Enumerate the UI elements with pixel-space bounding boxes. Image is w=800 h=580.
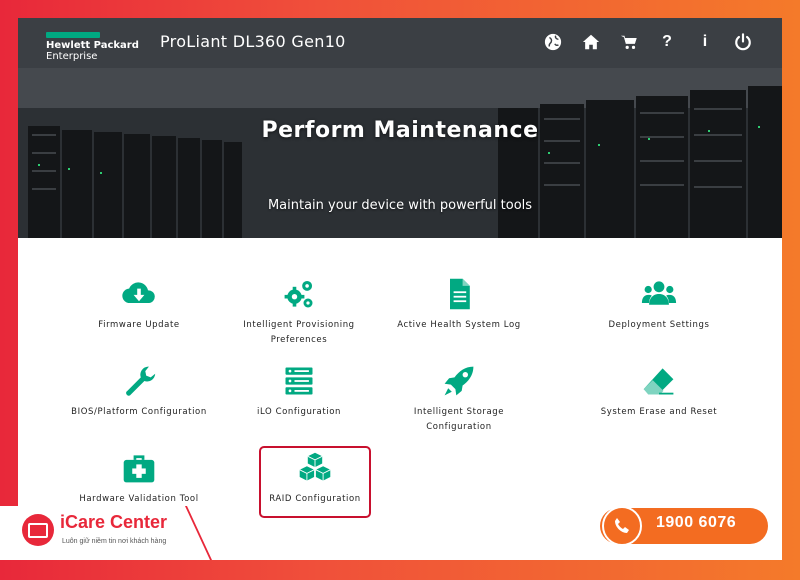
tile-system-erase-and-reset[interactable]: System Erase and Reset [574, 363, 744, 420]
hpe-logo-bar [46, 32, 100, 38]
tile-hardware-validation-tool[interactable]: Hardware Validation Tool [54, 450, 224, 507]
brand-line1: Hewlett Packard [46, 40, 139, 51]
tile-label-line1: Intelligent Provisioning [243, 320, 355, 330]
phone-icon [602, 506, 642, 546]
header-toolbar: ? i [544, 33, 752, 51]
hero-banner: Perform Maintenance Maintain your device… [18, 68, 782, 238]
tile-label: BIOS/Platform Configuration [71, 407, 207, 417]
users-icon [641, 281, 677, 305]
product-name: ProLiant DL360 Gen10 [160, 32, 346, 51]
page-subtitle: Maintain your device with powerful tools [267, 198, 533, 213]
hpe-window: Hewlett Packard Enterprise ProLiant DL36… [18, 18, 782, 560]
tile-ilo-configuration[interactable]: iLO Configuration [214, 363, 384, 420]
tile-label: Firmware Update [98, 320, 180, 330]
tile-label: iLO Configuration [256, 407, 342, 417]
info-icon[interactable]: i [696, 33, 714, 51]
icare-logo-icon [22, 514, 54, 546]
server-icon [285, 367, 313, 395]
tile-raid-configuration[interactable]: RAID Configuration [230, 450, 400, 507]
brand-line2: Enterprise [46, 51, 98, 62]
help-icon[interactable]: ? [658, 33, 676, 51]
cloud-download-icon [122, 282, 155, 304]
hotline-number[interactable]: 1900 6076 [656, 514, 736, 532]
hpe-logo: Hewlett Packard Enterprise [46, 32, 139, 62]
page-title: Perform Maintenance [261, 118, 539, 143]
tile-deployment-settings[interactable]: Deployment Settings [574, 276, 744, 333]
tile-label: Deployment Settings [608, 320, 710, 330]
tile-bios-platform-configuration[interactable]: BIOS/Platform Configuration [54, 363, 224, 420]
tile-label: System Erase and Reset [600, 407, 718, 417]
info-label: i [702, 33, 708, 50]
help-label: ? [662, 33, 672, 50]
tile-label: Hardware Validation Tool [79, 494, 199, 504]
wrench-icon [126, 366, 156, 396]
tile-label: Active Health System Log [397, 320, 521, 330]
gears-icon [284, 280, 313, 308]
tile-label-line1: Intelligent Storage [413, 407, 505, 417]
cart-icon[interactable] [620, 33, 638, 51]
icare-tagline: Luôn giữ niềm tin nơi khách hàng [62, 538, 167, 545]
icare-brand-name: iCare Center [60, 512, 168, 532]
tile-intelligent-provisioning-preferences[interactable]: Intelligent Provisioning Preferences [214, 276, 384, 348]
tile-firmware-update[interactable]: Firmware Update [54, 276, 224, 333]
document-icon [450, 278, 470, 310]
power-icon[interactable] [734, 33, 752, 51]
rocket-icon [444, 366, 474, 396]
home-icon[interactable] [582, 33, 600, 51]
medkit-icon [123, 455, 155, 483]
tile-active-health-system-log[interactable]: Active Health System Log [374, 276, 544, 333]
eraser-icon [643, 368, 674, 395]
top-bar: Hewlett Packard Enterprise ProLiant DL36… [18, 18, 782, 68]
tile-label-line2: Configuration [426, 422, 492, 432]
cubes-icon [299, 452, 331, 481]
tile-intelligent-storage-configuration[interactable]: Intelligent Storage Configuration [374, 363, 544, 435]
tile-label: RAID Configuration [269, 494, 361, 504]
globe-icon[interactable] [544, 33, 562, 51]
tile-label-line2: Preferences [270, 335, 328, 345]
